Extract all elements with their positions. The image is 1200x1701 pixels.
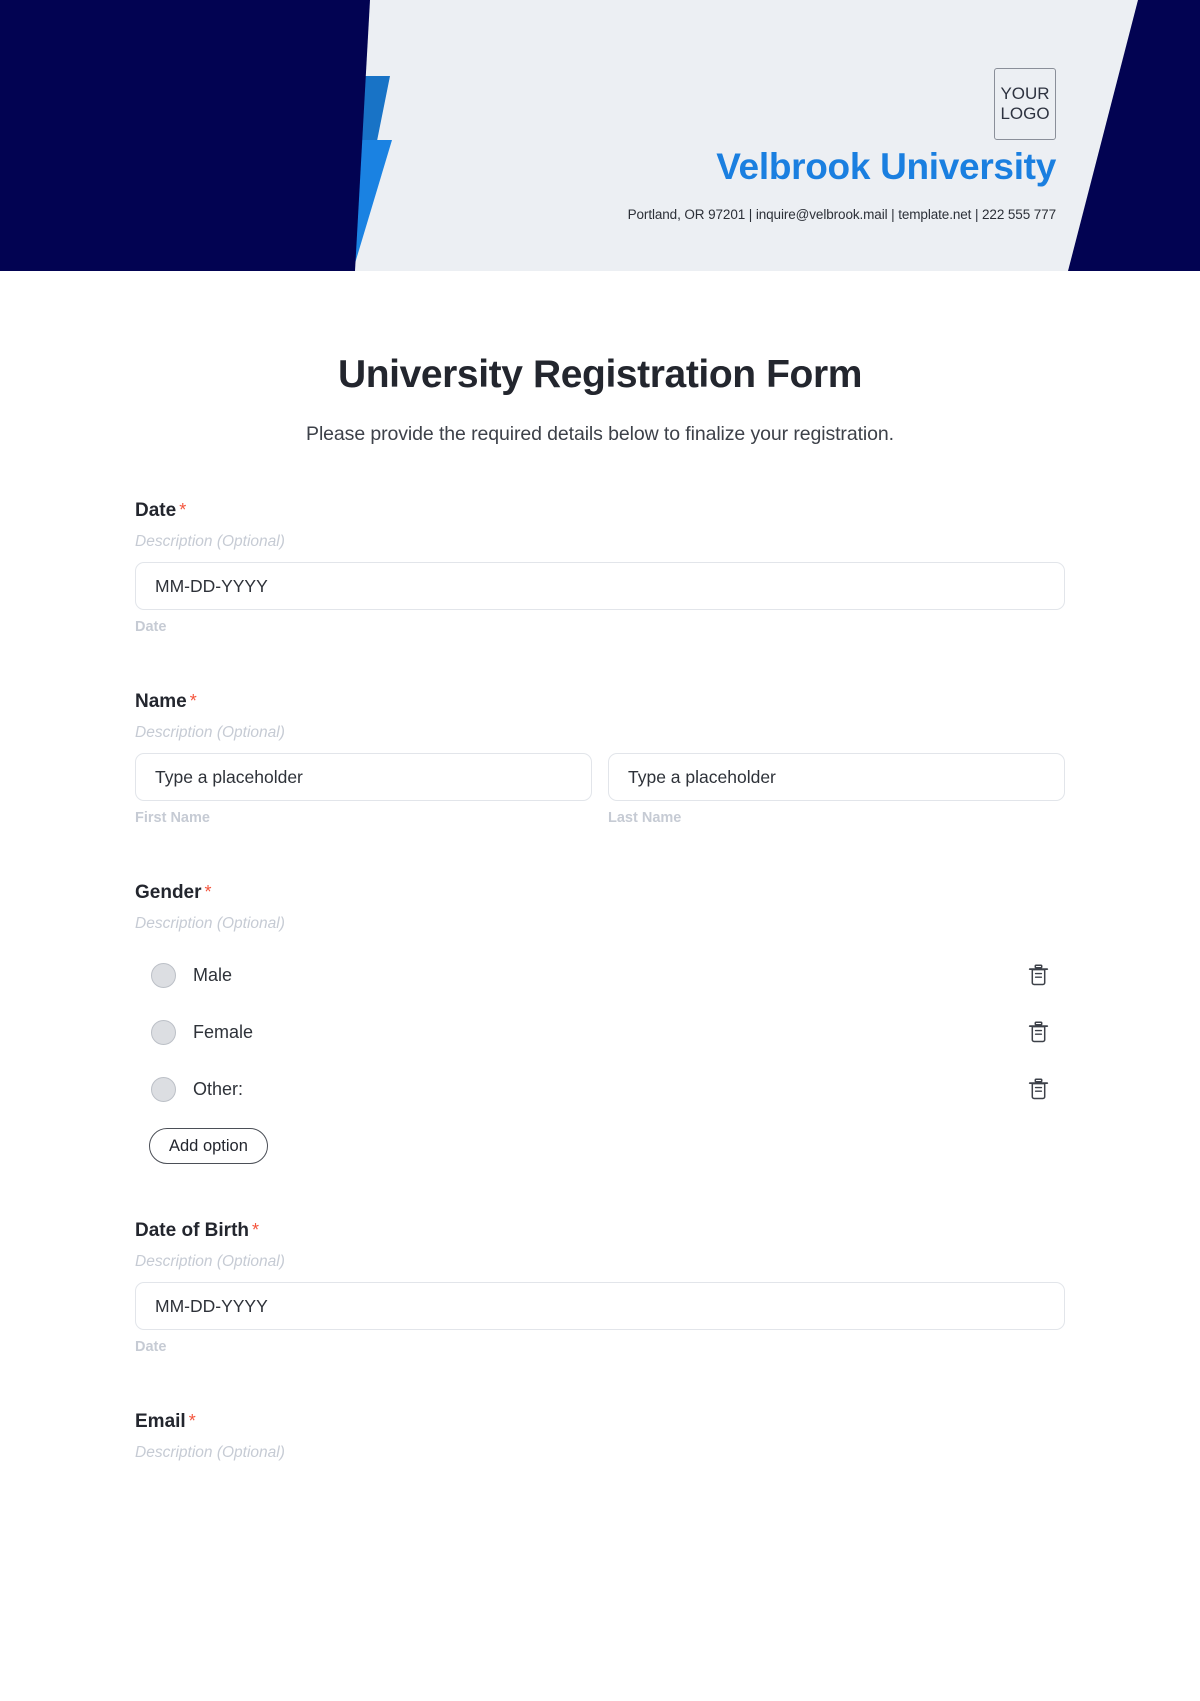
required-asterisk: * bbox=[204, 882, 212, 902]
option-label: Male bbox=[193, 964, 233, 985]
last-name-value: Type a placeholder bbox=[628, 766, 776, 787]
first-name-column: Type a placeholder First Name bbox=[135, 742, 592, 826]
field-description-gender: Description (Optional) bbox=[135, 915, 285, 932]
last-name-column: Type a placeholder Last Name bbox=[608, 742, 1065, 826]
header-navy-shape bbox=[0, 0, 370, 271]
option-row[interactable]: Female bbox=[135, 1008, 1065, 1056]
date-input[interactable]: MM-DD-YYYY bbox=[135, 562, 1065, 610]
field-hint-date-of-birth: Date bbox=[135, 1339, 167, 1355]
date-of-birth-input[interactable]: MM-DD-YYYY bbox=[135, 1282, 1065, 1330]
delete-option-button[interactable] bbox=[1025, 962, 1051, 988]
required-asterisk: * bbox=[189, 691, 197, 711]
field-hint-date: Date bbox=[135, 619, 167, 635]
field-hint-last-name: Last Name bbox=[608, 810, 682, 826]
field-label-date-of-birth-text: Date of Birth bbox=[135, 1220, 249, 1241]
option-row[interactable]: Male bbox=[135, 951, 1065, 999]
field-name: Name * Description (Optional) Type a plac… bbox=[135, 691, 1065, 826]
required-asterisk: * bbox=[252, 1220, 260, 1240]
date-of-birth-value: MM-DD-YYYY bbox=[155, 1295, 268, 1316]
form-body: University Registration Form Please prov… bbox=[0, 353, 1200, 1462]
page-title: University Registration Form bbox=[337, 353, 863, 396]
first-name-value: Type a placeholder bbox=[155, 766, 303, 787]
last-name-input[interactable]: Type a placeholder bbox=[608, 753, 1065, 801]
field-gender: Gender * Description (Optional) Male Fem… bbox=[135, 882, 1065, 1164]
field-label-date: Date * bbox=[135, 500, 1065, 522]
option-row[interactable]: Other: bbox=[135, 1065, 1065, 1113]
page-subtitle: Please provide the required details belo… bbox=[306, 423, 894, 445]
organization-name: Velbrook University bbox=[716, 146, 1056, 187]
trash-icon bbox=[1028, 964, 1048, 986]
option-label: Other: bbox=[193, 1078, 244, 1099]
date-input-value: MM-DD-YYYY bbox=[155, 575, 268, 596]
first-name-input[interactable]: Type a placeholder bbox=[135, 753, 592, 801]
logo-line-1: YOUR bbox=[1000, 83, 1050, 103]
logo-placeholder: YOUR LOGO bbox=[994, 68, 1056, 140]
trash-icon bbox=[1028, 1021, 1048, 1043]
radio-button-male[interactable] bbox=[151, 962, 176, 988]
logo-line-2: LOGO bbox=[1000, 104, 1050, 123]
field-label-email: Email * bbox=[135, 1411, 1065, 1433]
trash-icon bbox=[1028, 1078, 1048, 1100]
field-hint-first-name: First Name bbox=[135, 810, 210, 826]
add-option-button[interactable]: Add option bbox=[149, 1128, 268, 1164]
option-label: Female bbox=[193, 1021, 254, 1042]
gender-options-list: Male Female Other: Add option bbox=[135, 951, 1065, 1164]
name-input-row: Type a placeholder First Name Type a pla… bbox=[135, 742, 1065, 826]
required-asterisk: * bbox=[179, 500, 187, 520]
delete-option-button[interactable] bbox=[1025, 1076, 1051, 1102]
field-label-gender: Gender * bbox=[135, 882, 1065, 904]
field-label-date-of-birth: Date of Birth * bbox=[135, 1220, 1065, 1242]
delete-option-button[interactable] bbox=[1025, 1019, 1051, 1045]
field-label-gender-text: Gender bbox=[135, 882, 202, 903]
radio-button-other[interactable] bbox=[151, 1076, 176, 1102]
field-date-of-birth: Date of Birth * Description (Optional) MM… bbox=[135, 1220, 1065, 1355]
field-date: Date * Description (Optional) MM-DD-YYYY … bbox=[135, 500, 1065, 635]
required-asterisk: * bbox=[188, 1411, 196, 1431]
field-email: Email * Description (Optional) bbox=[135, 1411, 1065, 1462]
field-description-name: Description (Optional) bbox=[135, 724, 285, 741]
field-label-name: Name * bbox=[135, 691, 1065, 713]
field-label-date-text: Date bbox=[135, 500, 177, 521]
field-label-name-text: Name bbox=[135, 691, 187, 712]
page-header: YOUR LOGO Velbrook University Portland, … bbox=[0, 0, 1200, 271]
field-label-email-text: Email bbox=[135, 1411, 186, 1432]
field-description-date-of-birth: Description (Optional) bbox=[135, 1253, 285, 1270]
radio-button-female[interactable] bbox=[151, 1019, 176, 1045]
field-description-email: Description (Optional) bbox=[135, 1444, 285, 1461]
field-description-date: Description (Optional) bbox=[135, 533, 285, 550]
organization-contact-line: Portland, OR 97201 | inquire@velbrook.ma… bbox=[627, 207, 1056, 222]
